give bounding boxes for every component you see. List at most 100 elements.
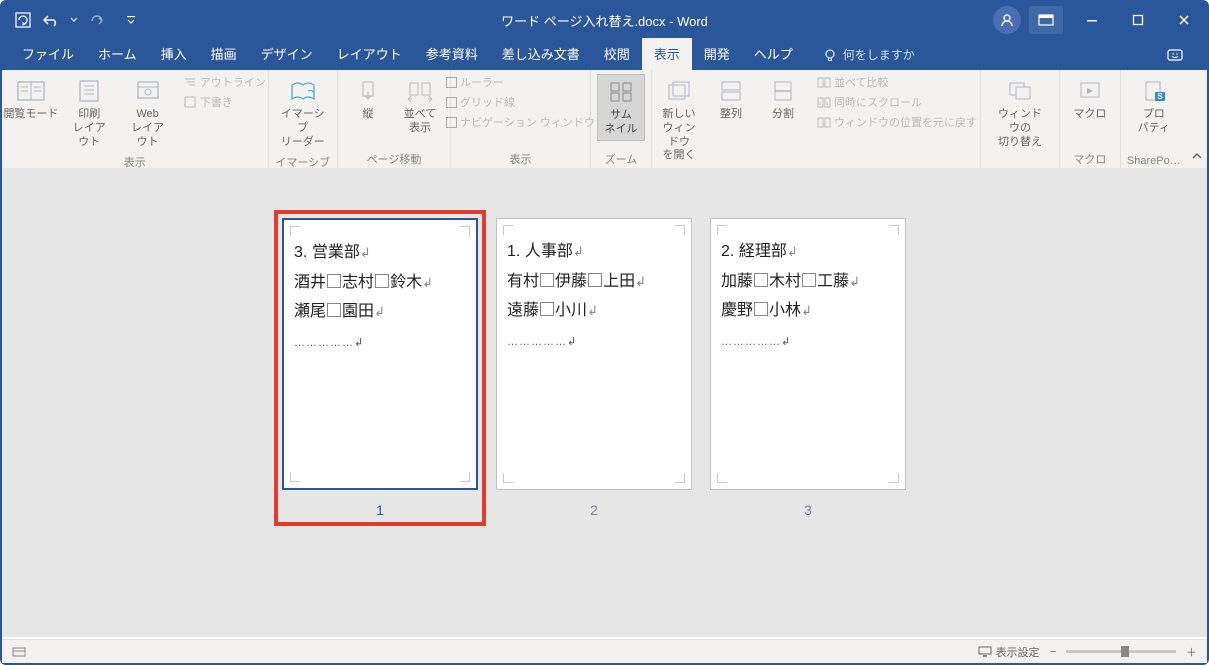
side-to-side-button[interactable]: 並べて 表示 — [396, 74, 444, 139]
tab-mailings[interactable]: 差し込み文書 — [490, 37, 592, 70]
zoom-in-button[interactable]: ＋ — [1186, 644, 1197, 660]
undo-dropdown-icon[interactable] — [70, 11, 78, 29]
new-window-label: 新しいウィンドウ を開く — [661, 108, 697, 163]
zoom-slider-knob[interactable] — [1121, 646, 1129, 657]
page-text-line: 遠藤小川↲ — [507, 296, 681, 326]
tab-references[interactable]: 参考資料 — [414, 37, 490, 70]
immersive-reader-button[interactable]: イマーシブ リーダー — [275, 74, 331, 152]
macros-button[interactable]: マクロ — [1066, 74, 1114, 125]
thumbnail-frame[interactable]: 2. 経理部↲加藤木村工藤↲慶野小林↲……………↲3 — [710, 218, 906, 518]
tab-file[interactable]: ファイル — [10, 37, 86, 70]
web-layout-label: Web レイアウト — [126, 108, 168, 149]
page-text-line: 瀬尾園田↲ — [294, 297, 466, 327]
undo-icon[interactable] — [42, 11, 60, 29]
ruler-checkbox[interactable]: ルーラー — [446, 74, 595, 90]
gridlines-checkbox[interactable]: グリッド線 — [446, 94, 595, 110]
page-thumbnail[interactable]: 2. 経理部↲加藤木村工藤↲慶野小林↲……………↲ — [710, 218, 906, 490]
tab-insert[interactable]: 挿入 — [149, 37, 199, 70]
page-thumbnail[interactable]: 1. 人事部↲有村伊藤上田↲遠藤小川↲……………↲ — [496, 218, 692, 490]
vertical-label: 縦 — [362, 108, 373, 122]
crop-mark — [675, 225, 685, 235]
page-move-group-label: ページ移動 — [344, 149, 444, 167]
print-layout-button[interactable]: 印刷 レイアウト — [62, 74, 116, 152]
reset-pos-icon — [817, 117, 831, 128]
print-layout-icon — [74, 77, 104, 105]
monitor-icon — [978, 646, 992, 657]
sync-scroll-icon — [817, 97, 831, 108]
new-window-button[interactable]: 新しいウィンドウ を開く — [655, 74, 703, 166]
lightbulb-icon — [823, 48, 837, 62]
svg-text:S: S — [1157, 92, 1163, 101]
gridlines-label: グリッド線 — [460, 94, 515, 110]
display-settings-button[interactable]: 表示設定 — [978, 644, 1040, 660]
window-buttons — [993, 2, 1207, 38]
sync-scroll-label: 同時にスクロール — [834, 94, 922, 110]
read-mode-button[interactable]: 閲覧モード — [4, 74, 58, 125]
immersive-reader-icon — [288, 77, 318, 105]
thumbnail-canvas: 3. 営業部↲酒井志村鈴木↲瀬尾園田↲……………↲ 1 1. 人事部↲有村伊藤上田↲… — [2, 168, 1207, 637]
close-button[interactable] — [1161, 2, 1207, 38]
nav-pane-label: ナビゲーション ウィンドウ — [460, 114, 595, 130]
reset-position-button[interactable]: ウィンドウの位置を元に戻す — [817, 114, 977, 130]
ribbon-display-options-icon[interactable] — [1029, 6, 1063, 34]
side-to-side-icon — [405, 77, 435, 105]
collapse-ribbon-button[interactable] — [1187, 70, 1207, 169]
autosave-icon[interactable] — [14, 11, 32, 29]
page-thumbnail[interactable]: 3. 営業部↲酒井志村鈴木↲瀬尾園田↲……………↲ — [282, 218, 478, 490]
redo-icon[interactable] — [88, 11, 106, 29]
switch-windows-spacer — [987, 153, 1053, 167]
print-layout-label: 印刷 レイアウト — [68, 108, 110, 149]
minimize-button[interactable] — [1069, 2, 1115, 38]
tell-me-search[interactable]: 何をしますか — [813, 39, 925, 70]
feedback-icon[interactable] — [1157, 42, 1193, 70]
thumbnail-frame[interactable]: 1. 人事部↲有村伊藤上田↲遠藤小川↲……………↲2 — [496, 218, 692, 518]
macros-label: マクロ — [1073, 108, 1106, 122]
zoom-slider[interactable] — [1066, 650, 1176, 653]
tab-home[interactable]: ホーム — [86, 37, 149, 70]
vertical-button[interactable]: 縦 — [344, 74, 392, 125]
tab-help[interactable]: ヘルプ — [742, 37, 805, 70]
view-side-by-side-button[interactable]: 並べて比較 — [817, 74, 977, 90]
tab-draw[interactable]: 描画 — [199, 37, 249, 70]
checkbox-icon — [446, 117, 457, 128]
thumbnail-frame[interactable]: 3. 営業部↲酒井志村鈴木↲瀬尾園田↲……………↲ 1 — [278, 214, 482, 522]
checkbox-icon — [446, 77, 457, 88]
properties-button[interactable]: S プロ パティ — [1130, 74, 1178, 139]
tab-developer[interactable]: 開発 — [692, 37, 742, 70]
side-by-side-label: 並べて比較 — [834, 74, 889, 90]
outline-button[interactable]: アウトライン — [183, 74, 266, 90]
thumbnails-button[interactable]: サム ネイル — [597, 74, 645, 141]
page-break-line: ……………↲ — [721, 332, 895, 352]
tab-review[interactable]: 校閲 — [592, 37, 642, 70]
split-button[interactable]: 分割 — [759, 74, 807, 125]
window-title: ワード ページ入れ替え.docx - Word — [501, 11, 708, 30]
checkbox-icon — [446, 97, 457, 108]
page-text-line: 酒井志村鈴木↲ — [294, 268, 466, 298]
crop-mark — [503, 225, 513, 235]
tab-design[interactable]: デザイン — [249, 37, 325, 70]
ribbon-tabs: ファイル ホーム 挿入 描画 デザイン レイアウト 参考資料 差し込み文書 校閲… — [2, 38, 1207, 70]
crop-mark — [290, 226, 300, 236]
draft-button[interactable]: 下書き — [183, 94, 266, 110]
page-number-label: 1 — [376, 502, 384, 518]
qat-customize-icon[interactable] — [122, 11, 140, 29]
crop-mark — [290, 472, 300, 482]
vertical-icon — [353, 77, 383, 105]
ribbon-group-zoom: サム ネイル ズーム — [591, 70, 652, 169]
nav-pane-checkbox[interactable]: ナビゲーション ウィンドウ — [446, 114, 595, 130]
tab-layout[interactable]: レイアウト — [325, 37, 414, 70]
sync-scroll-button[interactable]: 同時にスクロール — [817, 94, 977, 110]
switch-windows-button[interactable]: ウィンドウの 切り替え — [987, 74, 1053, 152]
maximize-button[interactable] — [1115, 2, 1161, 38]
properties-icon: S — [1139, 77, 1169, 105]
tab-view[interactable]: 表示 — [642, 37, 692, 70]
reset-pos-label: ウィンドウの位置を元に戻す — [834, 114, 977, 130]
status-bar: 表示設定 − ＋ — [2, 639, 1207, 663]
zoom-out-button[interactable]: − — [1050, 646, 1056, 658]
switch-windows-label: ウィンドウの 切り替え — [993, 108, 1047, 149]
arrange-all-button[interactable]: 整列 — [707, 74, 755, 125]
web-layout-button[interactable]: Web レイアウト — [120, 74, 174, 152]
switch-windows-icon — [1005, 77, 1035, 105]
account-avatar[interactable] — [993, 6, 1021, 34]
status-left-icon[interactable] — [12, 646, 26, 658]
